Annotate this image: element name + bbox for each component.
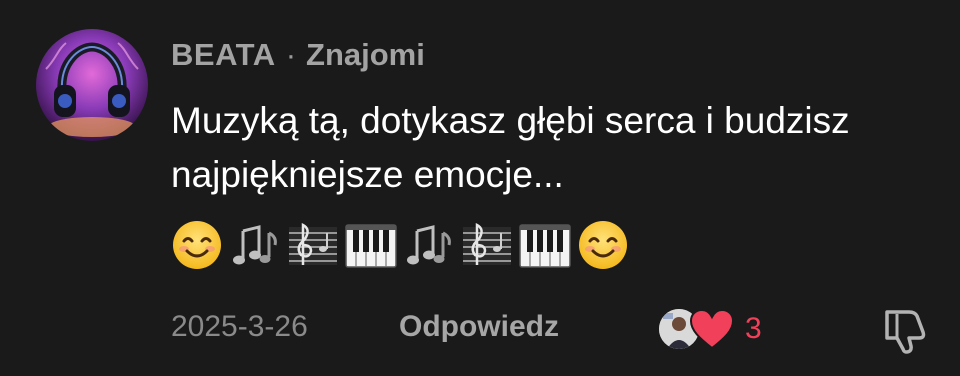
smiling-face-emoji bbox=[173, 221, 221, 269]
separator-dot: · bbox=[285, 37, 297, 72]
relation-label: Znajomi bbox=[306, 37, 425, 72]
comment-date: 2025-3-26 bbox=[171, 310, 308, 343]
like-summary[interactable]: 3 bbox=[657, 304, 762, 354]
musical-notes-emoji bbox=[407, 225, 451, 265]
smiling-face-emoji bbox=[579, 221, 627, 269]
musical-score-emoji bbox=[463, 222, 511, 265]
comment-text: Muzyką tą, dotykasz głębi serca i budzis… bbox=[171, 100, 850, 195]
comment-footer: 2025-3-26 Odpowiedz 3 bbox=[171, 304, 931, 354]
comment-header: BEATA · Znajomi bbox=[171, 33, 425, 77]
musical-keyboard-emoji bbox=[345, 224, 397, 268]
musical-keyboard-emoji bbox=[519, 224, 571, 268]
reply-button[interactable]: Odpowiedz bbox=[399, 310, 559, 344]
thumbs-down-icon[interactable] bbox=[879, 306, 931, 354]
heart-icon bbox=[689, 308, 735, 350]
author-name[interactable]: BEATA bbox=[171, 37, 276, 73]
emoji-row bbox=[171, 218, 629, 272]
musical-notes-emoji bbox=[233, 225, 277, 265]
avatar[interactable] bbox=[36, 29, 148, 141]
musical-score-emoji bbox=[289, 222, 337, 265]
comment-item: BEATA · Znajomi Muzyką tą, dotykasz głęb… bbox=[0, 0, 960, 376]
like-count: 3 bbox=[745, 312, 762, 345]
